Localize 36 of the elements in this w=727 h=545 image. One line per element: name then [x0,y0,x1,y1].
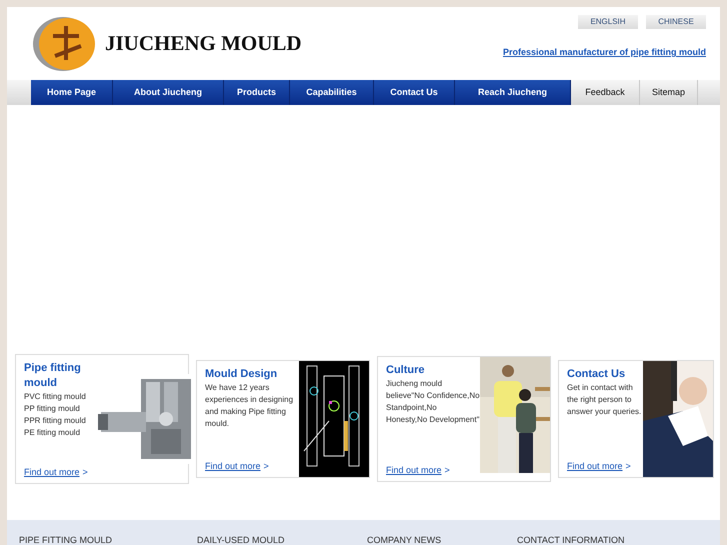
find-out-more-link[interactable]: Find out more [205,461,261,471]
arrow-text: > [82,467,88,477]
card-title: Mould Design [205,367,278,382]
card-text: PP fitting mould [24,403,81,415]
brand-name: JIUCHENG MOULD [105,30,302,57]
find-out-more-link[interactable]: Find out more [386,465,442,475]
card-text: We have 12 years experiences in designing and making Pipe fitting mould. [205,382,294,430]
nav-item[interactable]: Capabilities [290,80,374,105]
nav-item[interactable]: Contact Us [374,80,455,105]
card-text: PE fitting mould [24,427,82,439]
nav-item[interactable]: Home Page [31,80,113,105]
tagline-link[interactable]: Professional manufacturer of pipe fitting mould [502,46,706,60]
nav-item[interactable]: Sitemap [640,80,698,105]
nav-item[interactable]: Reach Jiucheng [455,80,571,105]
footer-heading: DAILY-USED MOULD [197,535,286,545]
language-button[interactable]: CHINESE [646,15,706,29]
nav-item[interactable]: Products [224,80,290,105]
arrow-text: > [626,461,631,471]
nav-item[interactable]: Feedback [571,80,640,105]
card-text: PVC fitting mould [24,391,87,403]
card-title: Pipe fitting mould [24,361,82,391]
arrow-text: > [264,461,269,471]
footer-heading: COMPANY NEWS [367,535,442,545]
find-out-more-link[interactable]: Find out more [24,467,80,477]
card-title: Contact Us [567,367,626,382]
arrow-text: > [444,465,450,475]
logo-icon [33,16,97,72]
footer-heading: CONTACT INFORMATION [517,535,626,545]
footer-heading: PIPE FITTING MOULD [19,535,114,545]
find-out-more-link[interactable]: Find out more [567,461,623,471]
card-text: Get in contact with the right person to answer your queries. [567,382,642,418]
card-text: Jiucheng mould believe"No Confidence,No Standpoint,No Honesty,No Development" [386,378,480,426]
card-title: Culture [386,363,426,378]
card-text: PPR fitting mould [24,415,87,427]
nav-item[interactable]: About Jiucheng [113,80,224,105]
language-button[interactable]: ENGLSIH [578,15,638,29]
